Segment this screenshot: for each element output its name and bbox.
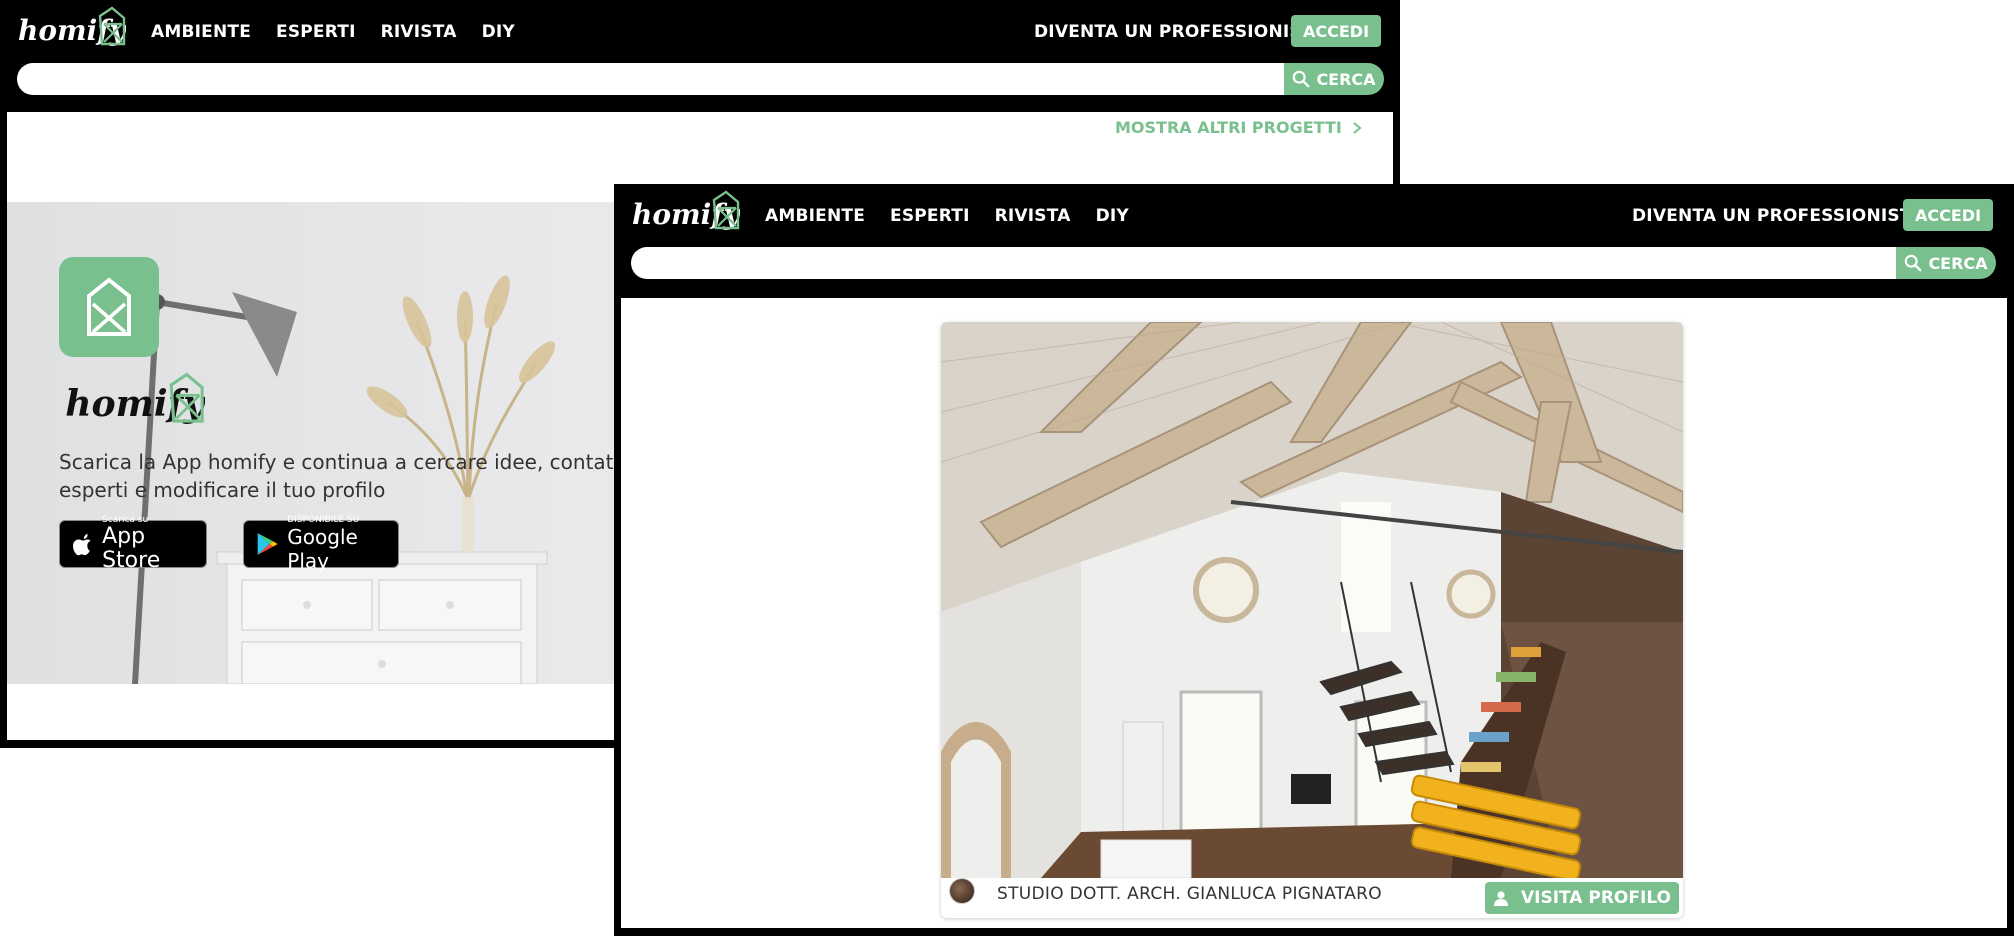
- main-nav: AMBIENTE ESPERTI RIVISTA DIY: [151, 22, 515, 42]
- visit-profile-button[interactable]: VISITA PROFILO: [1485, 882, 1679, 914]
- search-icon: [1905, 254, 1922, 272]
- app-banner-text: Scarica la App homify e continua a cerca…: [59, 450, 654, 502]
- project-photo[interactable]: [941, 322, 1683, 878]
- become-professional-link[interactable]: DIVENTA UN PROFESSIONISTA: [1034, 22, 1326, 42]
- nav-rivista[interactable]: RIVISTA: [995, 206, 1071, 226]
- nav-esperti[interactable]: ESPERTI: [890, 206, 970, 226]
- google-play-button[interactable]: DISPONIBILE SU Google Play: [243, 515, 399, 573]
- user-icon: [1493, 891, 1508, 906]
- search-button[interactable]: CERCA: [1284, 63, 1384, 95]
- search-input[interactable]: [631, 247, 1897, 279]
- project-card-footer: STUDIO DOTT. ARCH. GIANLUCA PIGNATARO VI…: [941, 878, 1683, 918]
- banner-background-image: [132, 275, 556, 684]
- app-store-label: App Store: [102, 524, 161, 573]
- avatar[interactable]: [949, 878, 975, 904]
- more-projects-link[interactable]: MOSTRA ALTRI PROGETTI: [1115, 118, 1362, 137]
- nav-ambiente[interactable]: AMBIENTE: [765, 206, 865, 226]
- chevron-right-icon: [1353, 121, 1362, 134]
- login-button[interactable]: ACCEDI: [1903, 199, 1993, 231]
- homify-banner-logo: [65, 372, 205, 434]
- nav-rivista[interactable]: RIVISTA: [381, 22, 457, 42]
- homify-app-icon: [59, 257, 159, 357]
- search-input[interactable]: [17, 63, 1285, 95]
- homify-logo[interactable]: [632, 190, 740, 238]
- homify-logo[interactable]: [18, 6, 126, 54]
- site-header: AMBIENTE ESPERTI RIVISTA DIY DIVENTA UN …: [614, 184, 2014, 296]
- studio-name[interactable]: STUDIO DOTT. ARCH. GIANLUCA PIGNATARO: [997, 884, 1382, 904]
- search-button[interactable]: CERCA: [1896, 247, 1996, 279]
- nav-diy[interactable]: DIY: [1096, 206, 1129, 226]
- search-button-label: CERCA: [1928, 253, 1988, 273]
- visit-profile-label: VISITA PROFILO: [1520, 888, 1672, 908]
- more-projects-label: MOSTRA ALTRI PROGETTI: [1115, 118, 1342, 137]
- google-play-label: Google Play: [287, 525, 358, 573]
- apple-icon: [73, 533, 91, 556]
- search-icon: [1293, 70, 1310, 88]
- become-professional-link[interactable]: DIVENTA UN PROFESSIONISTA: [1632, 206, 1924, 226]
- page-content: STUDIO DOTT. ARCH. GIANLUCA PIGNATARO VI…: [621, 298, 2007, 928]
- browser-window-front: AMBIENTE ESPERTI RIVISTA DIY DIVENTA UN …: [614, 184, 2014, 936]
- google-play-icon: [257, 533, 278, 555]
- google-play-small-label: DISPONIBILE SU: [287, 515, 360, 525]
- app-store-button[interactable]: Scarica su App Store: [59, 515, 207, 573]
- main-nav: AMBIENTE ESPERTI RIVISTA DIY: [765, 206, 1129, 226]
- nav-ambiente[interactable]: AMBIENTE: [151, 22, 251, 42]
- nav-diy[interactable]: DIY: [482, 22, 515, 42]
- login-button[interactable]: ACCEDI: [1291, 15, 1381, 47]
- project-card[interactable]: STUDIO DOTT. ARCH. GIANLUCA PIGNATARO VI…: [941, 322, 1683, 918]
- site-header: AMBIENTE ESPERTI RIVISTA DIY DIVENTA UN …: [0, 0, 1400, 112]
- search-button-label: CERCA: [1316, 69, 1376, 89]
- nav-esperti[interactable]: ESPERTI: [276, 22, 356, 42]
